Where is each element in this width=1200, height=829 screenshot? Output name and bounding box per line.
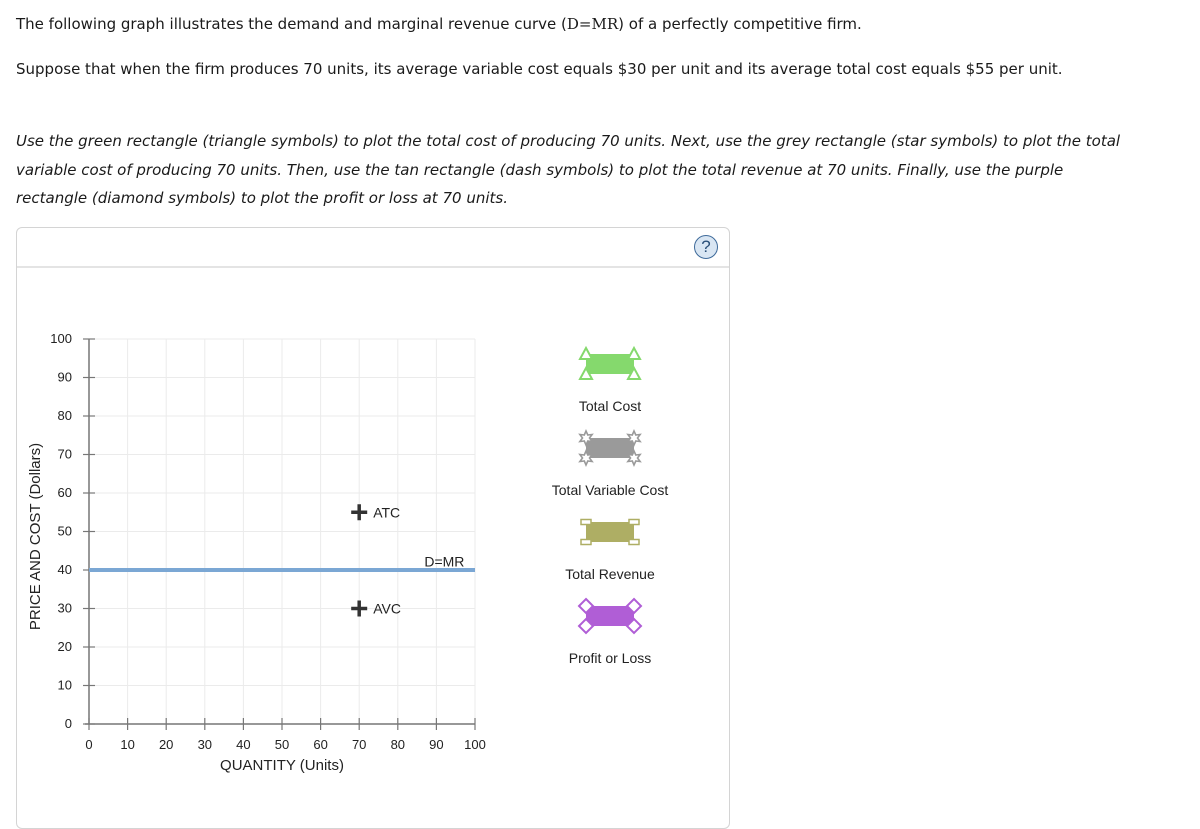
x-tick-label: 20 — [159, 737, 173, 752]
x-tick-label: 60 — [313, 737, 327, 752]
y-tick-label: 70 — [58, 447, 72, 462]
y-tick-label: 0 — [65, 716, 72, 731]
avc-point-label: AVC — [373, 601, 401, 617]
triangle-icon — [578, 345, 594, 360]
demand-mr-label: D=MR — [424, 553, 464, 569]
atc-point-label: ATC — [373, 504, 400, 520]
x-tick-label: 40 — [236, 737, 250, 752]
y-tick-label: 50 — [58, 524, 72, 539]
dash-icon — [580, 518, 592, 526]
x-tick-label: 90 — [429, 737, 443, 752]
dash-icon — [580, 538, 592, 546]
x-tick-label: 100 — [464, 737, 486, 752]
x-tick-label: 70 — [352, 737, 366, 752]
triangle-icon — [626, 345, 642, 360]
legend-total-cost-swatch[interactable] — [586, 354, 634, 374]
y-axis-title: PRICE AND COST (Dollars) — [27, 443, 44, 630]
legend-total-revenue-swatch[interactable] — [586, 522, 634, 542]
legend-total-variable-cost-label: Total Variable Cost — [552, 482, 669, 498]
y-tick-label: 20 — [58, 639, 72, 654]
legend-total-cost-label: Total Cost — [579, 398, 641, 414]
x-tick-label: 50 — [275, 737, 289, 752]
x-tick-label: 30 — [198, 737, 212, 752]
y-tick-label: 80 — [58, 408, 72, 423]
legend-total-variable-cost-swatch[interactable] — [586, 438, 634, 458]
avc-point-marker — [351, 600, 368, 617]
atc-point-marker — [351, 504, 368, 521]
x-tick-label: 0 — [85, 737, 92, 752]
legend-profit-or-loss-label: Profit or Loss — [569, 650, 651, 666]
legend-total-revenue-label: Total Revenue — [565, 566, 655, 582]
y-tick-label: 100 — [50, 331, 72, 346]
y-tick-label: 10 — [58, 678, 72, 693]
dash-icon — [628, 518, 640, 526]
y-tick-label: 60 — [58, 485, 72, 500]
x-tick-label: 80 — [391, 737, 405, 752]
legend-profit-or-loss-swatch[interactable] — [586, 606, 634, 626]
x-tick-label: 10 — [120, 737, 134, 752]
chart: 0 10 20 30 40 50 60 70 80 90 100 0 10 20 30 40 50 60 70 80 9… — [27, 331, 669, 774]
y-tick-label: 90 — [58, 370, 72, 385]
x-axis-title: QUANTITY (Units) — [220, 757, 344, 774]
y-tick-label: 30 — [58, 601, 72, 616]
dash-icon — [628, 538, 640, 546]
y-tick-label: 40 — [58, 562, 72, 577]
